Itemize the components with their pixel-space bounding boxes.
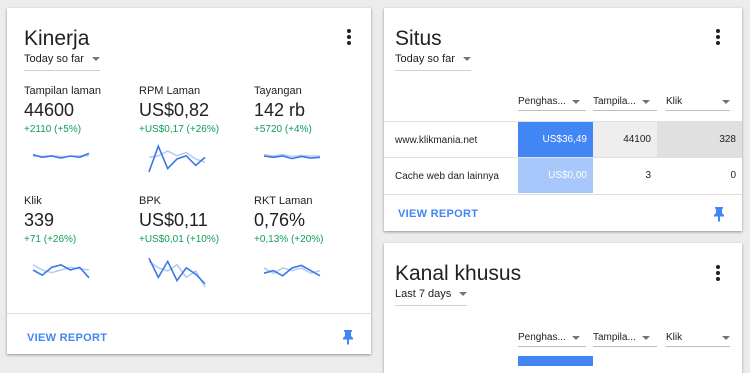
sparkline [263,153,321,160]
situs-cell-penghasilan: US$36,49 [518,122,593,157]
chevron-down-icon [641,99,650,104]
chevron-down-icon [641,335,650,340]
metric-tampilan-laman[interactable]: Tampilan laman 44600 +2110 (+5%) [24,85,134,135]
kanal-more-icon[interactable] [715,265,721,281]
kinerja-more-icon[interactable] [346,29,352,45]
metric-rpm-laman[interactable]: RPM Laman US$0,82 +US$0,17 (+26%) [139,85,249,135]
metric-delta: +2110 (+5%) [24,124,82,135]
sparkline [32,152,90,159]
metric-delta: +US$0,01 (+10%) [139,234,220,245]
metric-label: Klik [24,195,42,207]
kanal-cell-penghasilan [518,356,593,366]
sparkline-today-series [32,263,90,279]
column-header-label: Klik [666,332,683,343]
sparkline [148,257,206,288]
metric-label: Tampilan laman [24,85,102,97]
metric-rkt-laman[interactable]: RKT Laman 0,76% +0,13% (+20%) [254,195,364,245]
situs-title: Situs [395,27,442,50]
column-header-label: Tampila... [593,332,636,343]
situs-col-klik[interactable]: Klik [666,96,730,111]
metric-label: RPM Laman [139,85,201,97]
chevron-down-icon [571,99,580,104]
sparkline [263,264,321,277]
kanal-range-label: Last 7 days [395,288,452,300]
metric-delta: +0,13% (+20%) [254,234,324,245]
situs-more-icon[interactable] [715,29,721,45]
chevron-down-icon [722,99,730,104]
situs-row-label[interactable]: Cache web dan lainnya [395,171,499,182]
metric-value: US$0,11 [139,210,208,230]
card-divider [7,313,371,314]
situs-range-label: Today so far [395,53,455,65]
table-divider [384,194,742,195]
chevron-down-icon [459,292,468,296]
situs-cell-klik: 328 [657,122,742,157]
sparkline [32,263,90,279]
chevron-down-icon [571,335,580,340]
kinerja-range-label: Today so far [24,53,84,65]
metric-label: Tayangan [254,85,302,97]
kanal-khusus-card: Kanal khusus Last 7 days Penghas... Tamp… [384,243,742,373]
column-header-label: Tampila... [593,96,636,107]
situs-card: Situs Today so far Penghas... Tampila...… [384,8,742,231]
kinerja-view-report-link[interactable]: VIEW REPORT [27,332,107,344]
metric-delta: +US$0,17 (+26%) [139,124,220,135]
metric-value: 339 [24,210,55,230]
situs-cell-penghasilan: US$0,00 [518,158,593,193]
situs-row-label[interactable]: www.klikmania.net [395,135,477,146]
situs-col-penghasilan[interactable]: Penghas... [518,96,586,111]
kanal-col-klik[interactable]: Klik [666,332,730,347]
metric-value: 142 rb [254,100,306,120]
situs-cell-klik: 0 [730,170,736,181]
metric-label: RKT Laman [254,195,313,207]
metric-klik[interactable]: Klik 339 +71 (+26%) [24,195,134,245]
pin-icon[interactable] [342,329,354,345]
sparkline-previous-series [263,153,320,158]
metric-value: 44600 [24,100,75,120]
sparkline [148,144,206,173]
kinerja-card: Kinerja Today so far Tampilan laman 4460… [7,8,371,354]
metric-value: US$0,82 [139,100,210,120]
kanal-col-penghasilan[interactable]: Penghas... [518,332,586,347]
chevron-down-icon [722,335,730,340]
metric-bpk[interactable]: BPK US$0,11 +US$0,01 (+10%) [139,195,249,245]
chevron-down-icon [462,57,471,61]
situs-range-dropdown[interactable]: Today so far [395,53,471,71]
kanal-range-dropdown[interactable]: Last 7 days [395,288,468,306]
metric-value: 0,76% [254,210,306,230]
column-header-label: Klik [666,96,683,107]
metric-tayangan[interactable]: Tayangan 142 rb +5720 (+4%) [254,85,364,135]
pin-icon[interactable] [713,206,725,222]
situs-cell-tampilan: 44100 [593,122,657,157]
chevron-down-icon [91,57,100,61]
column-header-label: Penghas... [518,96,566,107]
metric-delta: +71 (+26%) [24,234,77,245]
kanal-col-tampilan[interactable]: Tampila... [593,332,657,347]
situs-col-tampilan[interactable]: Tampila... [593,96,657,111]
situs-view-report-link[interactable]: VIEW REPORT [398,208,478,220]
kinerja-title: Kinerja [24,27,90,50]
kanal-title: Kanal khusus [395,262,522,285]
situs-cell-tampilan: 3 [645,170,651,181]
metric-delta: +5720 (+4%) [254,124,312,135]
column-header-label: Penghas... [518,332,566,343]
kinerja-range-dropdown[interactable]: Today so far [24,53,100,71]
metric-label: BPK [139,195,162,207]
sparkline-previous-series [148,150,206,163]
